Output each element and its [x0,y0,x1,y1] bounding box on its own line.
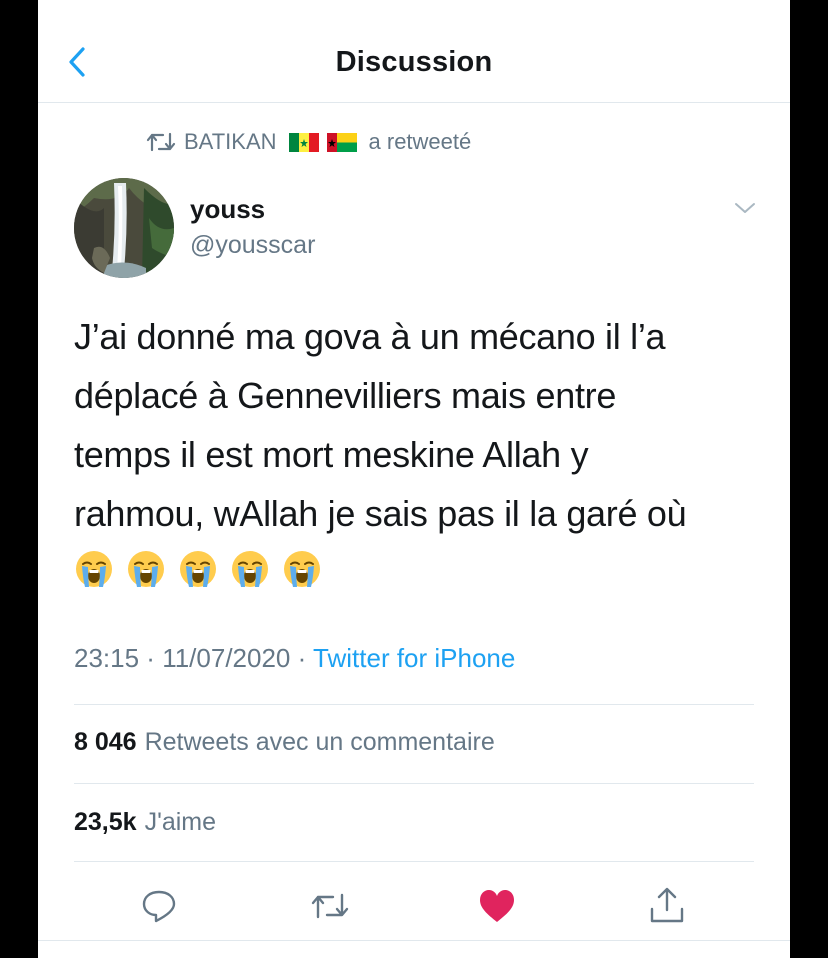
heart-icon [480,890,514,922]
loudly-crying-face-icon [282,549,322,589]
like-button[interactable] [475,884,519,928]
emoji-row [74,549,322,589]
loudly-crying-face-icon [74,549,114,589]
tweet-detail-screen: Discussion BATIKAN a retweeté youss @you… [38,0,790,958]
author-name: youss [190,194,266,224]
senegal-flag-icon [288,132,319,152]
retweet-icon [146,132,176,152]
quote-retweets-label: Retweets avec un commentaire [144,728,495,756]
more-options-button[interactable] [734,200,756,216]
waterfall-avatar-image [74,178,174,278]
retweeter-flags [288,132,357,152]
meta-separator: · [139,643,163,673]
divider [74,704,754,705]
divider [74,861,754,862]
tweet-time: 23:15 [74,643,140,673]
quote-retweets-count: 8 046 [74,728,137,756]
top-nav-bar: Discussion [38,22,790,103]
retweet-button[interactable] [308,884,352,928]
bottom-divider [38,940,790,941]
tweet-meta: 23:15 · 11/07/2020 · Twitter for iPhone [74,643,515,674]
reply-icon [142,890,176,923]
likes-stat[interactable]: 23,5k J'aime [74,808,216,837]
tweet-text-line: déplacé à Gennevilliers mais entre [74,375,617,416]
likes-label: J'aime [144,808,217,836]
retweeter-name: BATIKAN [184,129,277,154]
divider [74,783,754,784]
meta-separator: · [290,643,314,673]
loudly-crying-face-icon [230,549,270,589]
tweet-text: J’ai donné ma gova à un mécano il l’a dé… [74,307,764,543]
chevron-down-icon [735,203,755,213]
guinea-bissau-flag-icon [326,132,357,152]
loudly-crying-face-icon [178,549,218,589]
reply-button[interactable] [137,884,181,928]
page-title: Discussion [335,46,493,78]
tweet-source-link[interactable]: Twitter for iPhone [313,643,515,673]
author-block[interactable]: youss @yousscar [190,193,315,261]
loudly-crying-face-icon [126,549,166,589]
retweet-suffix: a retweeté [368,129,472,154]
retweet-icon [311,893,349,919]
share-button[interactable] [645,884,689,928]
share-icon [650,887,684,923]
tweet-text-line: temps il est mort meskine Allah y [74,434,589,475]
tweet-actions-bar [38,878,790,932]
retweeted-by-line[interactable]: BATIKAN a retweeté [146,124,471,160]
quote-retweets-stat[interactable]: 8 046 Retweets avec un commentaire [74,728,495,757]
author-handle: @yousscar [190,231,316,259]
tweet-date: 11/07/2020 [162,643,291,673]
likes-count: 23,5k [74,808,137,836]
tweet-text-line: rahmou, wAllah je sais pas il la garé où [74,493,687,534]
tweet-text-line: J’ai donné ma gova à un mécano il l’a [74,316,666,357]
avatar[interactable] [74,178,174,278]
